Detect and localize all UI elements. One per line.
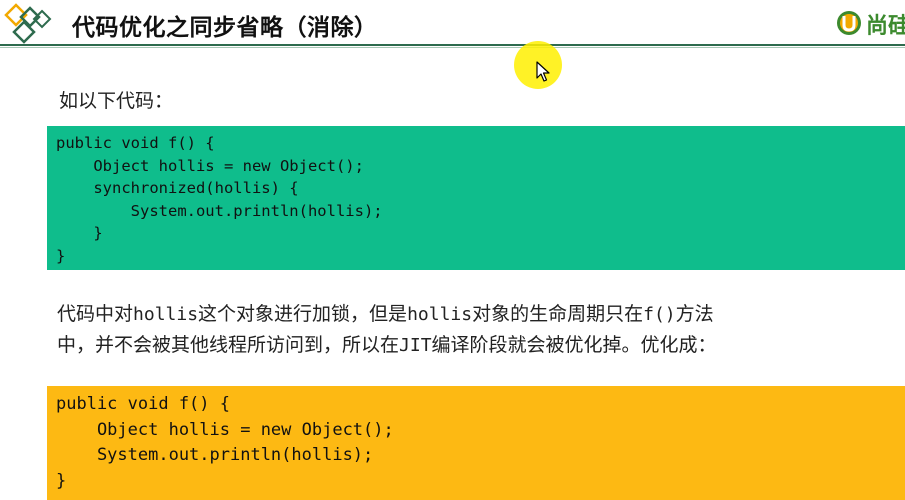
explanation-paragraph: 代码中对hollis这个对象进行加锁，但是hollis对象的生命周期只在f()方… <box>57 299 905 361</box>
code-line: } <box>56 246 66 265</box>
code-line: Object hollis = new Object(); <box>56 419 394 440</box>
code-run: JIT <box>399 335 432 356</box>
brand-text: 尚硅 <box>866 14 905 38</box>
code-block-before: public void f() { Object hollis = new Ob… <box>47 126 905 270</box>
code-line: } <box>56 470 67 491</box>
slide-title: 代码优化之同步省略（消除） <box>72 15 378 41</box>
code-line: public void f() { <box>56 134 215 152</box>
code-run: f() <box>643 304 676 325</box>
explanation-line-2: 中，并不会被其他线程所访问到，所以在JIT编译阶段就会被优化掉。优化成： <box>57 330 905 361</box>
text-run: 对象的生命周期只在 <box>472 303 644 325</box>
diamond-logo-icon <box>4 3 52 44</box>
explanation-line-1: 代码中对hollis这个对象进行加锁，但是hollis对象的生命周期只在f()方… <box>57 299 905 330</box>
code-line: public void f() { <box>56 394 230 414</box>
header-divider <box>0 44 905 46</box>
code-block-after: public void f() { Object hollis = new Ob… <box>47 386 905 500</box>
code-line: synchronized(hollis) { <box>56 179 299 197</box>
mouse-pointer-icon <box>536 61 550 82</box>
brand-logo: 尚硅 <box>836 8 905 38</box>
code-line: Object hollis = new Object(); <box>56 156 364 175</box>
code-run: hollis <box>407 304 473 325</box>
text-run: 编译阶段就会被优化掉。优化成： <box>431 334 717 356</box>
text-run: 中，并不会被其他线程所访问到，所以在 <box>57 334 400 356</box>
text-run: 方法 <box>675 303 714 325</box>
code-line: System.out.println(hollis); <box>56 445 374 465</box>
header-divider-light <box>0 47 905 48</box>
text-run: 这个对象进行加锁，但是 <box>198 303 408 325</box>
text-run: 代码中对 <box>57 303 134 325</box>
code-run: hollis <box>133 304 199 325</box>
code-line: System.out.println(hollis); <box>56 201 383 220</box>
code-line: } <box>56 224 103 242</box>
intro-text: 如以下代码： <box>59 90 174 112</box>
slide-header: 代码优化之同步省略（消除） 尚硅 <box>0 0 905 44</box>
u-brand-icon <box>837 11 861 35</box>
